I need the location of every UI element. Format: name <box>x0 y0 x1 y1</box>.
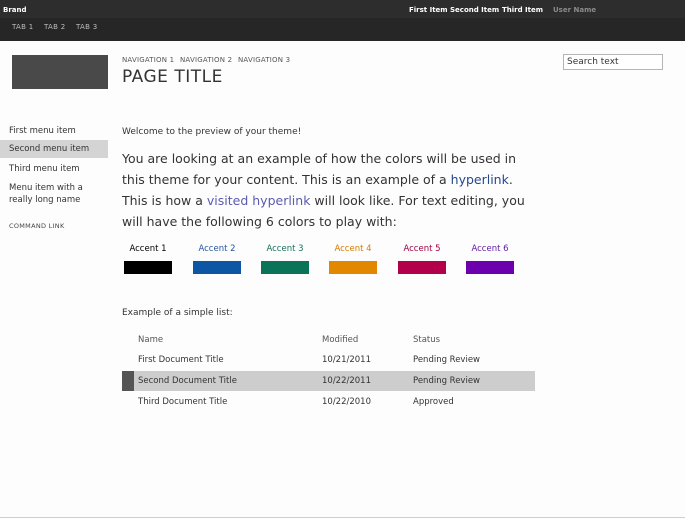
visited-hyperlink[interactable]: visited hyperlink <box>207 193 311 208</box>
accent-5-label: Accent 5 <box>403 244 441 254</box>
accent-6-swatch <box>466 261 514 274</box>
breadcrumb-navigation-1[interactable]: NAVIGATION 1 <box>122 56 174 64</box>
sidebar-item-second[interactable]: Second menu item <box>0 140 108 158</box>
row-modified: 10/22/2011 <box>322 376 371 386</box>
accent-2-swatch <box>193 261 241 274</box>
row-name[interactable]: Third Document Title <box>138 397 227 407</box>
search-input[interactable] <box>563 54 663 70</box>
top-nav-third-item[interactable]: Third Item <box>502 6 543 14</box>
tab-1[interactable]: TAB 1 <box>12 23 34 31</box>
sidebar-item-first[interactable]: First menu item <box>0 125 108 137</box>
user-name[interactable]: User Name <box>553 6 596 14</box>
tab-2[interactable]: TAB 2 <box>44 23 66 31</box>
site-logo[interactable] <box>12 55 108 89</box>
sidebar-item-long-name[interactable]: Menu item with a really long name <box>0 182 90 206</box>
column-header-modified[interactable]: Modified <box>322 335 358 345</box>
breadcrumb-navigation-3[interactable]: NAVIGATION 3 <box>238 56 290 64</box>
accent-1-label: Accent 1 <box>129 244 167 254</box>
page-title: PAGE TITLE <box>122 67 223 87</box>
hyperlink[interactable]: hyperlink <box>451 172 509 187</box>
row-name[interactable]: First Document Title <box>138 355 224 365</box>
sidebar-item-third[interactable]: Third menu item <box>0 163 108 175</box>
brand-logo[interactable]: Brand <box>3 6 27 14</box>
intro-paragraph: You are looking at an example of how the… <box>122 148 532 232</box>
row-modified: 10/22/2010 <box>322 397 371 407</box>
welcome-text: Welcome to the preview of your theme! <box>122 127 302 137</box>
accent-1-swatch <box>124 261 172 274</box>
tab-strip: TAB 1 TAB 2 TAB 3 <box>0 18 685 41</box>
accent-5-swatch <box>398 261 446 274</box>
row-name[interactable]: Second Document Title <box>138 376 237 386</box>
row-status: Approved <box>413 397 454 407</box>
table-row[interactable]: Third Document Title 10/22/2010 Approved <box>122 392 535 412</box>
accent-3-label: Accent 3 <box>266 244 304 254</box>
accent-6-label: Accent 6 <box>471 244 509 254</box>
tab-3[interactable]: TAB 3 <box>76 23 98 31</box>
top-nav-first-item[interactable]: First Item <box>409 6 448 14</box>
column-header-status[interactable]: Status <box>413 335 440 345</box>
row-status: Pending Review <box>413 376 481 386</box>
accent-3-swatch <box>261 261 309 274</box>
row-selection-marker[interactable] <box>122 371 134 391</box>
list-caption: Example of a simple list: <box>122 308 233 318</box>
row-status: Pending Review <box>413 355 481 365</box>
column-header-name[interactable]: Name <box>138 335 163 345</box>
top-nav-second-item[interactable]: Second Item <box>450 6 499 14</box>
breadcrumb-navigation-2[interactable]: NAVIGATION 2 <box>180 56 232 64</box>
accent-4-label: Accent 4 <box>334 244 372 254</box>
command-link[interactable]: COMMAND LINK <box>9 222 65 230</box>
accent-2-label: Accent 2 <box>198 244 236 254</box>
accent-4-swatch <box>329 261 377 274</box>
table-row-selected[interactable]: Second Document Title 10/22/2011 Pending… <box>122 371 535 391</box>
bottom-divider <box>0 517 685 518</box>
row-modified: 10/21/2011 <box>322 355 371 365</box>
table-row[interactable]: First Document Title 10/21/2011 Pending … <box>122 350 535 370</box>
